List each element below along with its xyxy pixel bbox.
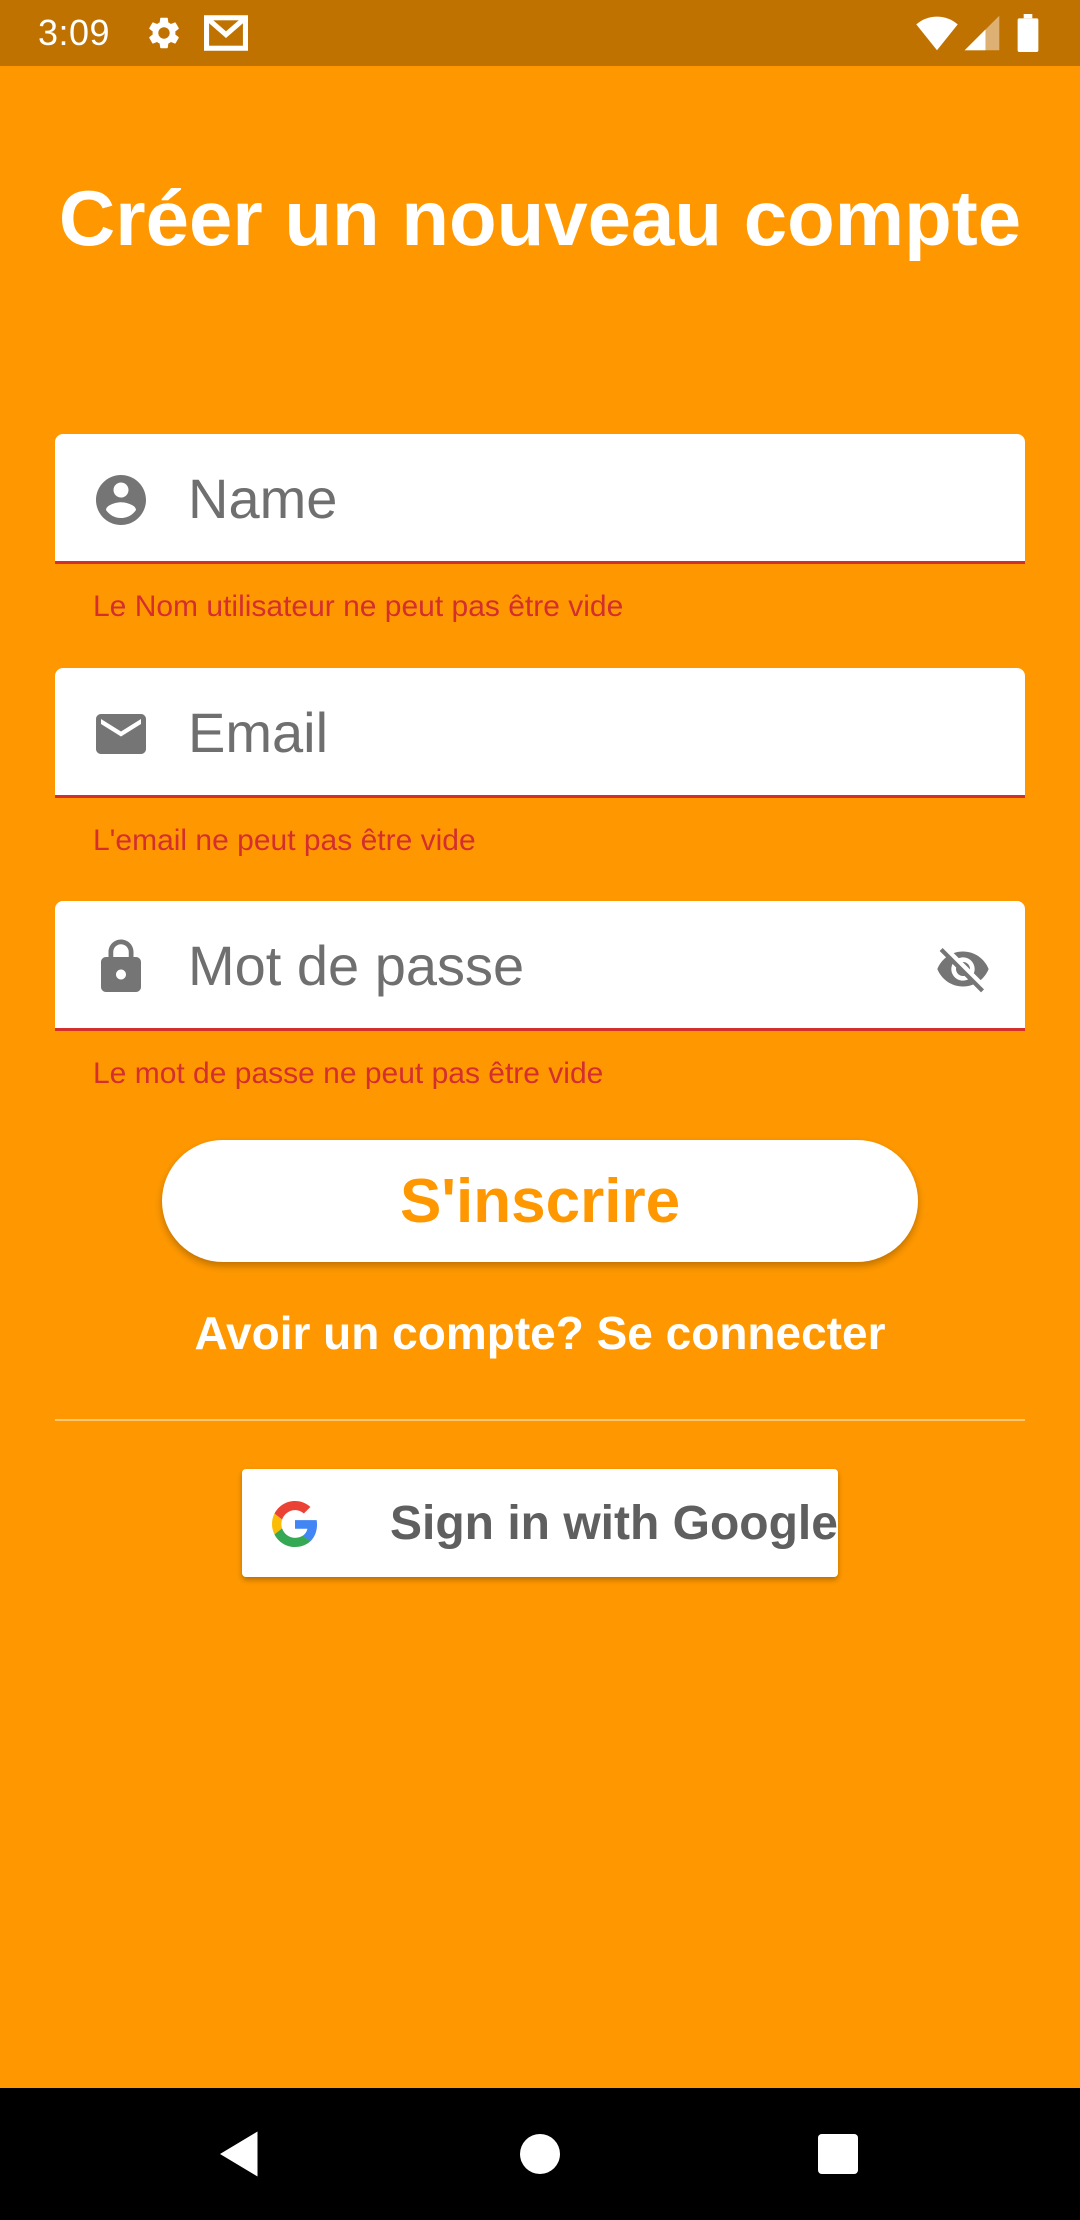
- email-error: L'email ne peut pas être vide: [93, 824, 476, 857]
- account-circle-icon: [91, 470, 151, 530]
- gmail-icon: [204, 14, 248, 52]
- status-time: 3:09: [38, 12, 111, 53]
- email-input[interactable]: [188, 686, 948, 778]
- visibility-off-icon[interactable]: [931, 941, 995, 997]
- password-input[interactable]: [188, 919, 828, 1011]
- google-signin-button[interactable]: Sign in with Google: [242, 1469, 838, 1577]
- mail-icon: [91, 704, 151, 764]
- login-link[interactable]: Avoir un compte? Se connecter: [0, 1304, 1080, 1362]
- signup-button[interactable]: S'inscrire: [162, 1140, 918, 1262]
- password-error: Le mot de passe ne peut pas être vide: [93, 1057, 604, 1090]
- google-signin-label: Sign in with Google: [390, 1497, 838, 1550]
- status-bar: 3:09: [0, 0, 1080, 66]
- back-icon[interactable]: [210, 2124, 270, 2184]
- google-logo-icon: [272, 1501, 318, 1547]
- email-field[interactable]: [55, 668, 1025, 798]
- battery-icon: [1016, 14, 1040, 52]
- gear-icon: [145, 14, 183, 52]
- wifi-icon: [916, 14, 958, 52]
- home-icon[interactable]: [510, 2124, 570, 2184]
- name-field[interactable]: [55, 434, 1025, 564]
- name-input[interactable]: [188, 452, 948, 544]
- recents-icon[interactable]: [808, 2124, 868, 2184]
- divider: [55, 1419, 1025, 1421]
- signal-icon: [964, 14, 1000, 52]
- page-title: Créer un nouveau compte: [58, 174, 1022, 262]
- navigation-bar: [0, 2088, 1080, 2220]
- lock-icon: [91, 937, 151, 997]
- password-field[interactable]: [55, 901, 1025, 1031]
- name-error: Le Nom utilisateur ne peut pas être vide: [93, 590, 624, 623]
